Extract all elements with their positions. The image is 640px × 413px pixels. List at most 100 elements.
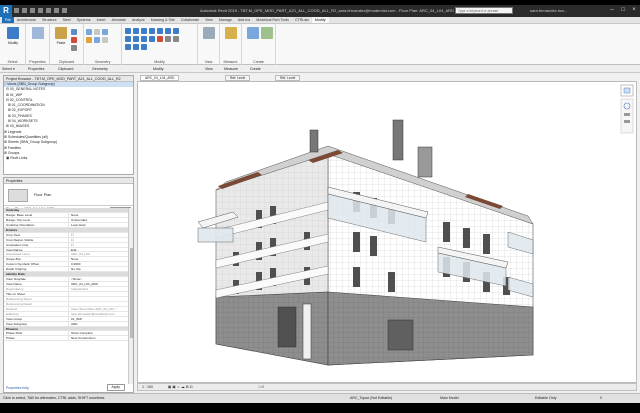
property-value[interactable]: 0.0000 xyxy=(68,262,129,267)
split-icon[interactable] xyxy=(133,36,139,42)
trim-extend-icon[interactable] xyxy=(125,44,131,50)
tab-file[interactable]: File xyxy=(2,17,14,23)
match-icon[interactable] xyxy=(71,45,77,51)
select-dropdown[interactable]: Select ▾ xyxy=(2,66,15,72)
tab-add-ins[interactable]: Add-Ins xyxy=(235,17,253,23)
delete-icon[interactable] xyxy=(157,36,163,42)
redo-icon[interactable] xyxy=(38,8,43,13)
move-icon[interactable] xyxy=(157,28,163,34)
detail-level-icon[interactable]: ▦ ▣ ☼ ☁ ⊞ ⊡ xyxy=(168,384,193,391)
measure-icon[interactable] xyxy=(54,8,59,13)
tab-view[interactable]: View xyxy=(202,17,216,23)
revit-logo[interactable]: R xyxy=(0,5,12,17)
user-name[interactable]: sara.fernandez.hzz... xyxy=(530,8,567,13)
property-value[interactable]: View "Floor Plan: ARC_04_L04..." xyxy=(68,306,129,311)
property-value[interactable]: Independent xyxy=(68,287,129,291)
tab-structure[interactable]: Structure xyxy=(39,17,60,23)
tab-modelical-rich-tools[interactable]: Modelical Rich Tools xyxy=(253,17,292,23)
modify-button[interactable]: Modify xyxy=(5,27,21,51)
maximize-icon[interactable]: □ xyxy=(619,7,627,14)
property-value[interactable]: sara.fernandez@modelical.com xyxy=(68,311,129,316)
tab-steel[interactable]: Steel xyxy=(60,17,74,23)
tab-modify[interactable]: Modify xyxy=(311,17,329,23)
tab-massing-site[interactable]: Massing & Site xyxy=(148,17,178,23)
scale-icon[interactable] xyxy=(149,36,155,42)
hide-view-button[interactable] xyxy=(201,27,217,51)
design-options[interactable]: Main Model xyxy=(440,394,459,403)
paint-icon[interactable] xyxy=(86,37,92,43)
property-value[interactable]: ☐ xyxy=(68,237,129,242)
offset-icon[interactable] xyxy=(133,28,139,34)
property-value[interactable]: ☐ xyxy=(68,242,129,247)
tab-analyze[interactable]: Analyze xyxy=(129,17,148,23)
save-icon[interactable] xyxy=(22,8,27,13)
split-face-icon[interactable] xyxy=(94,37,100,43)
property-value[interactable]: Unbounded xyxy=(68,217,129,222)
tab-architecture[interactable]: Architecture xyxy=(14,17,39,23)
search-input[interactable]: Type a keyword or phrase xyxy=(455,7,513,14)
extend-icon[interactable] xyxy=(133,44,139,50)
close-icon[interactable]: × xyxy=(630,7,638,14)
split-gap-icon[interactable] xyxy=(141,44,147,50)
minimize-icon[interactable]: – xyxy=(608,7,616,14)
join-icon[interactable] xyxy=(102,29,108,35)
cope-icon[interactable] xyxy=(86,29,92,35)
cut-geometry-icon[interactable] xyxy=(94,29,100,35)
property-value[interactable] xyxy=(68,296,129,301)
property-value[interactable]: ARC_04_L04_ARD xyxy=(68,282,129,286)
property-value[interactable]: 01_WIP xyxy=(68,316,129,321)
tab-systems[interactable]: Systems xyxy=(74,17,94,23)
crop-icon[interactable]: □ ↺ xyxy=(258,384,264,391)
property-value[interactable]: Edit... xyxy=(68,247,129,252)
property-value[interactable]: None xyxy=(68,257,129,262)
property-value[interactable]: <None> xyxy=(68,277,129,282)
filter-count[interactable]: 0 xyxy=(600,394,602,403)
pin-icon[interactable] xyxy=(165,36,171,42)
tab-annotate[interactable]: Annotate xyxy=(109,17,129,23)
rotate-icon[interactable] xyxy=(173,28,179,34)
property-value[interactable] xyxy=(68,291,129,296)
align-icon[interactable] xyxy=(125,28,131,34)
property-value[interactable]: ARC_04_L04 xyxy=(68,252,129,257)
property-value[interactable]: Look down xyxy=(68,222,129,227)
cut-icon[interactable] xyxy=(71,37,77,43)
navigation-bar[interactable] xyxy=(620,84,634,134)
properties-scrollbar[interactable] xyxy=(128,208,133,384)
scrollbar-thumb[interactable] xyxy=(130,248,133,338)
tree-item[interactable]: ▣ Revit Links xyxy=(4,156,133,161)
drawing-canvas[interactable] xyxy=(137,81,637,383)
copy-icon[interactable] xyxy=(71,29,77,35)
property-value[interactable]: Show Complete xyxy=(68,331,129,336)
property-value[interactable]: New Construction xyxy=(68,336,129,341)
unpin-icon[interactable] xyxy=(173,36,179,42)
open-icon[interactable] xyxy=(14,8,19,13)
create-group-button[interactable] xyxy=(259,27,275,51)
mirror-draw-icon[interactable] xyxy=(149,28,155,34)
tab-insert[interactable]: Insert xyxy=(94,17,109,23)
properties-help-link[interactable]: Properties help xyxy=(6,386,29,390)
paste-button[interactable]: Paste xyxy=(53,27,69,51)
copy-element-icon[interactable] xyxy=(165,28,171,34)
wall-joins-icon[interactable] xyxy=(102,37,108,43)
property-value[interactable]: No clip xyxy=(68,267,129,272)
editable-only-toggle[interactable]: Editable Only xyxy=(535,394,556,403)
mirror-icon[interactable] xyxy=(141,28,147,34)
trim-icon[interactable] xyxy=(125,36,131,42)
3d-view-icon[interactable] xyxy=(62,8,67,13)
undo-icon[interactable] xyxy=(30,8,35,13)
tab-ctrlaix[interactable]: CTRLaix xyxy=(292,17,312,23)
apply-button[interactable]: Apply xyxy=(106,384,125,391)
view-scale[interactable]: 1 : 100 xyxy=(142,384,153,391)
property-value[interactable]: ARD xyxy=(68,321,129,326)
measure-button[interactable] xyxy=(223,27,239,51)
print-icon[interactable] xyxy=(46,8,51,13)
property-value[interactable] xyxy=(68,301,129,306)
tab-collaborate[interactable]: Collaborate xyxy=(178,17,202,23)
worksets-dropdown[interactable]: ARC_Topaz (Not Editable) xyxy=(350,394,392,403)
property-value[interactable]: ☐ xyxy=(68,232,129,237)
tab-manage[interactable]: Manage xyxy=(216,17,235,23)
array-icon[interactable] xyxy=(141,36,147,42)
properties-button[interactable] xyxy=(30,27,46,51)
property-value[interactable]: None xyxy=(68,212,129,217)
type-selector[interactable]: Floor Plan xyxy=(4,184,133,206)
